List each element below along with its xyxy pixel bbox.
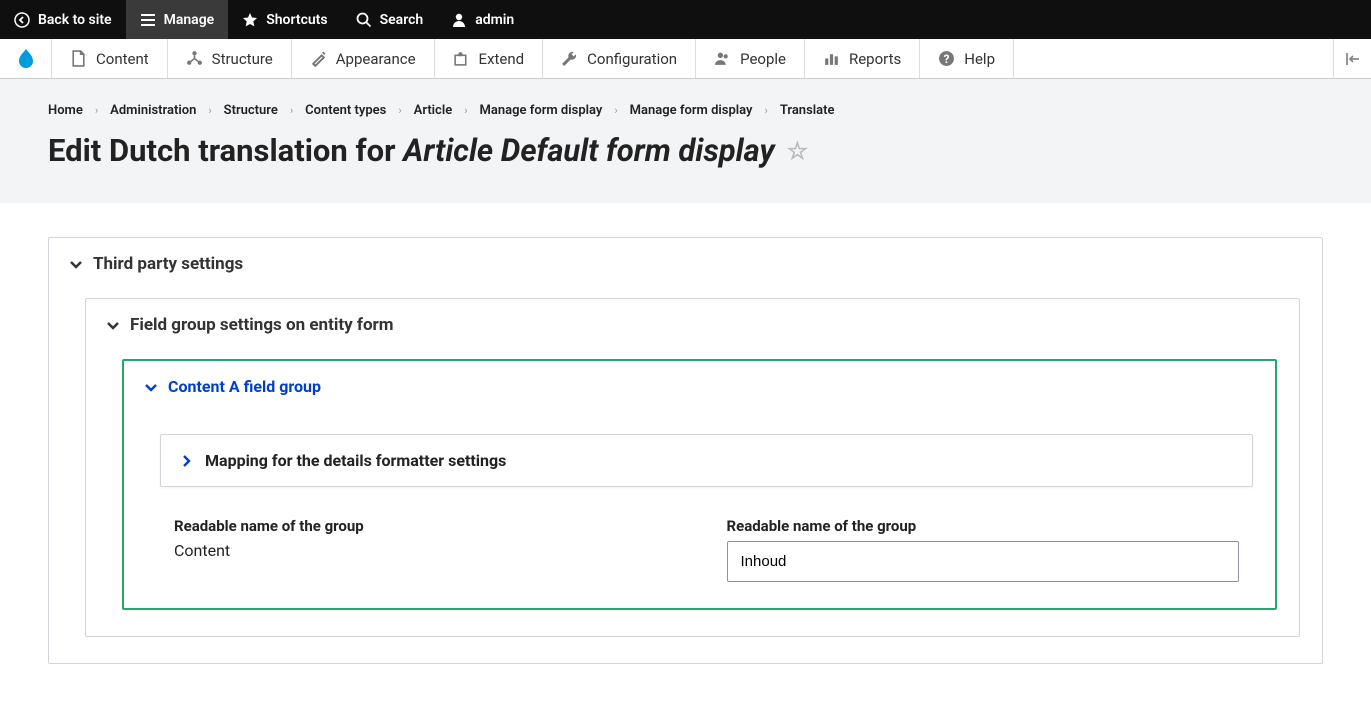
admin-extend[interactable]: Extend	[435, 39, 544, 78]
admin-structure-label: Structure	[212, 50, 273, 68]
svg-text:?: ?	[944, 52, 950, 66]
chevron-down-icon	[144, 380, 158, 394]
admin-help[interactable]: ? Help	[920, 39, 1014, 78]
help-icon: ?	[938, 50, 955, 67]
breadcrumb-link[interactable]: Article	[414, 103, 453, 118]
admin-reports[interactable]: Reports	[805, 39, 920, 78]
collapse-icon	[1345, 51, 1361, 67]
content-a-panel: Content A field group Mapping for the de…	[122, 359, 1277, 610]
back-icon	[14, 12, 30, 28]
admin-people-label: People	[740, 50, 786, 68]
chevron-right-icon: ›	[464, 104, 467, 117]
field-group-panel: Field group settings on entity form Cont…	[85, 298, 1300, 637]
mapping-label: Mapping for the details formatter settin…	[205, 451, 506, 470]
source-label: Readable name of the group	[174, 517, 687, 535]
shortcuts-label: Shortcuts	[266, 12, 327, 28]
user-icon	[451, 12, 467, 28]
breadcrumb-link[interactable]: Manage form display	[630, 103, 753, 118]
breadcrumb-link[interactable]: Content types	[305, 103, 386, 118]
manage-button[interactable]: Manage	[126, 0, 229, 39]
content-a-label: Content A field group	[168, 377, 321, 396]
back-to-site-button[interactable]: Back to site	[0, 0, 126, 39]
page-title: Edit Dutch translation for Article Defau…	[48, 132, 1323, 169]
drop-icon	[14, 47, 38, 71]
breadcrumb-link[interactable]: Manage form display	[480, 103, 603, 118]
manage-label: Manage	[164, 12, 215, 28]
content-a-header[interactable]: Content A field group	[124, 361, 1275, 412]
translation-input[interactable]	[727, 541, 1240, 582]
people-icon	[714, 50, 731, 67]
third-party-label: Third party settings	[93, 254, 243, 274]
header-region: Home › Administration › Structure › Content…	[0, 79, 1371, 203]
chevron-right-icon: ›	[290, 104, 293, 117]
chevron-down-icon	[69, 257, 83, 271]
title-italic: Article Default form display	[403, 132, 774, 169]
chevron-right-icon: ›	[398, 104, 401, 117]
admin-appearance-label: Appearance	[336, 50, 416, 68]
collapse-button[interactable]	[1333, 39, 1371, 78]
admin-configuration-label: Configuration	[587, 50, 677, 68]
chevron-right-icon	[179, 454, 193, 468]
admin-structure[interactable]: Structure	[168, 39, 292, 78]
user-button[interactable]: admin	[437, 0, 528, 39]
admin-configuration[interactable]: Configuration	[543, 39, 696, 78]
breadcrumb: Home › Administration › Structure › Content…	[48, 103, 1323, 118]
breadcrumb-link[interactable]: Translate	[780, 103, 835, 118]
third-party-header[interactable]: Third party settings	[49, 238, 1322, 290]
third-party-panel: Third party settings Field group setting…	[48, 237, 1323, 664]
search-button[interactable]: Search	[342, 0, 438, 39]
search-icon	[356, 12, 372, 28]
admin-appearance[interactable]: Appearance	[292, 39, 435, 78]
mapping-panel[interactable]: Mapping for the details formatter settin…	[160, 434, 1253, 487]
drupal-logo[interactable]	[0, 39, 52, 78]
admin-reports-label: Reports	[849, 50, 901, 68]
admin-content-label: Content	[96, 50, 149, 68]
title-prefix: Edit Dutch translation for	[48, 132, 403, 169]
translation-label: Readable name of the group	[727, 517, 1240, 535]
admin-help-label: Help	[964, 50, 995, 68]
chevron-right-icon: ›	[95, 104, 98, 117]
breadcrumb-link[interactable]: Structure	[224, 103, 278, 118]
search-label: Search	[380, 12, 424, 28]
field-group-header[interactable]: Field group settings on entity form	[86, 299, 1299, 351]
chevron-right-icon: ›	[208, 104, 211, 117]
source-value: Content	[174, 541, 687, 560]
admin-content[interactable]: Content	[52, 39, 168, 78]
breadcrumb-link[interactable]: Administration	[110, 103, 196, 118]
chevron-right-icon: ›	[765, 104, 768, 117]
chart-icon	[823, 50, 840, 67]
content: Third party settings Field group setting…	[0, 203, 1371, 698]
chevron-down-icon	[106, 318, 120, 332]
wand-icon	[310, 50, 327, 67]
menu-icon	[140, 12, 156, 28]
file-icon	[70, 50, 87, 67]
toolbar: Back to site Manage Shortcuts Search adm…	[0, 0, 1371, 39]
admin-extend-label: Extend	[479, 50, 525, 68]
field-group-label: Field group settings on entity form	[130, 315, 394, 335]
shortcuts-button[interactable]: Shortcuts	[228, 0, 341, 39]
back-label: Back to site	[38, 12, 112, 28]
admin-menu: Content Structure Appearance Extend Conf…	[0, 39, 1371, 79]
admin-people[interactable]: People	[696, 39, 805, 78]
star-icon	[242, 12, 258, 28]
chevron-right-icon: ›	[614, 104, 617, 117]
wrench-icon	[561, 50, 578, 67]
translation-row: Readable name of the group Content Reada…	[160, 517, 1253, 582]
structure-icon	[186, 50, 203, 67]
puzzle-icon	[453, 50, 470, 67]
breadcrumb-link[interactable]: Home	[48, 103, 83, 118]
user-label: admin	[475, 12, 514, 28]
favorite-star-icon[interactable]: ☆	[787, 137, 809, 165]
